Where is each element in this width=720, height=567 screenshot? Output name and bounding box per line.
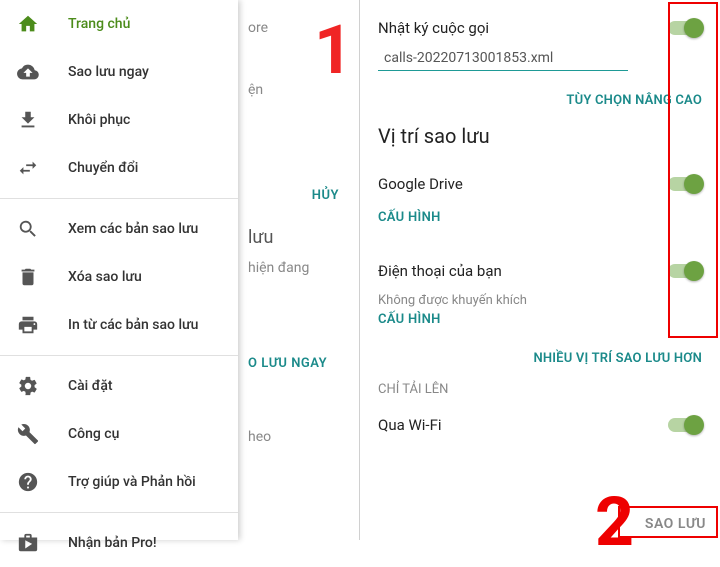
drawer-label: Sao lưu ngay [68,64,149,80]
cloud-upload-icon [16,60,40,84]
drawer-item-tools[interactable]: Công cụ [0,410,238,458]
drawer-label: Chuyển đổi [68,160,138,176]
your-phone-toggle[interactable] [668,264,702,278]
annotation-number-1: 1 [314,10,353,90]
drawer-item-backup-now[interactable]: Sao lưu ngay [0,48,238,96]
trash-icon [16,265,40,289]
right-screenshot: Nhật ký cuộc gọi TÙY CHỌN NÂNG CAO Vị tr… [360,0,720,540]
shop-icon [16,531,40,555]
backup-location-title: Vị trí sao lưu [360,118,720,162]
advanced-options-header[interactable]: TÙY CHỌN NÂNG CAO [360,81,720,118]
drawer-label: Trợ giúp và Phản hồi [68,474,196,490]
drawer-item-home[interactable]: Trang chủ [0,0,238,48]
call-log-toggle[interactable] [668,21,702,35]
navigation-drawer: Trang chủ Sao lưu ngay Khôi phục Chuyển … [0,0,238,540]
annotation-number-2: 2 [595,482,634,562]
drawer-label: Trang chủ [68,16,130,32]
drawer-label: Cài đặt [68,378,113,394]
upload-only-label: CHỈ TẢI LÊN [378,376,702,403]
drawer-item-settings[interactable]: Cài đặt [0,362,238,410]
phone-configure-button[interactable]: CẤU HÌNH [378,308,702,339]
divider [0,355,238,356]
drawer-item-restore[interactable]: Khôi phục [0,96,238,144]
your-phone-label: Điện thoại của bạn [378,262,502,280]
drawer-label: Xóa sao lưu [68,269,142,285]
swap-icon [16,156,40,180]
gdrive-configure-button[interactable]: CẤU HÌNH [378,206,702,237]
save-button[interactable]: SAO LƯU [645,516,706,532]
call-log-label: Nhật ký cuộc gọi [378,19,489,37]
wrench-icon [16,422,40,446]
divider [0,512,238,513]
wifi-label: Qua Wi-Fi [378,416,442,434]
gear-icon [16,374,40,398]
drawer-label: Xem các bản sao lưu [68,221,198,237]
google-drive-label: Google Drive [378,175,463,193]
drawer-item-print[interactable]: In từ các bản sao lưu [0,301,238,349]
phone-warning: Không được khuyến khích [378,293,702,308]
drawer-label: Công cụ [68,426,119,442]
drawer-item-view-backups[interactable]: Xem các bản sao lưu [0,205,238,253]
left-screenshot: 1 Trang chủ Sao lưu ngay Khôi phục Chuyể… [0,0,360,540]
wifi-toggle[interactable] [668,418,702,432]
divider [0,198,238,199]
drawer-label: In từ các bản sao lưu [68,317,198,333]
drawer-item-pro[interactable]: Nhận bản Pro! [0,519,238,567]
drawer-item-delete-backup[interactable]: Xóa sao lưu [0,253,238,301]
print-icon [16,313,40,337]
home-icon [16,12,40,36]
download-icon [16,108,40,132]
filename-input[interactable] [378,46,628,71]
search-icon [16,217,40,241]
help-icon [16,470,40,494]
drawer-label: Nhận bản Pro! [68,535,157,551]
more-locations-header[interactable]: NHIỀU VỊ TRÍ SAO LƯU HƠN [360,339,720,376]
drawer-item-convert[interactable]: Chuyển đổi [0,144,238,192]
drawer-label: Khôi phục [68,112,130,128]
drawer-item-help[interactable]: Trợ giúp và Phản hồi [0,458,238,506]
google-drive-toggle[interactable] [668,177,702,191]
